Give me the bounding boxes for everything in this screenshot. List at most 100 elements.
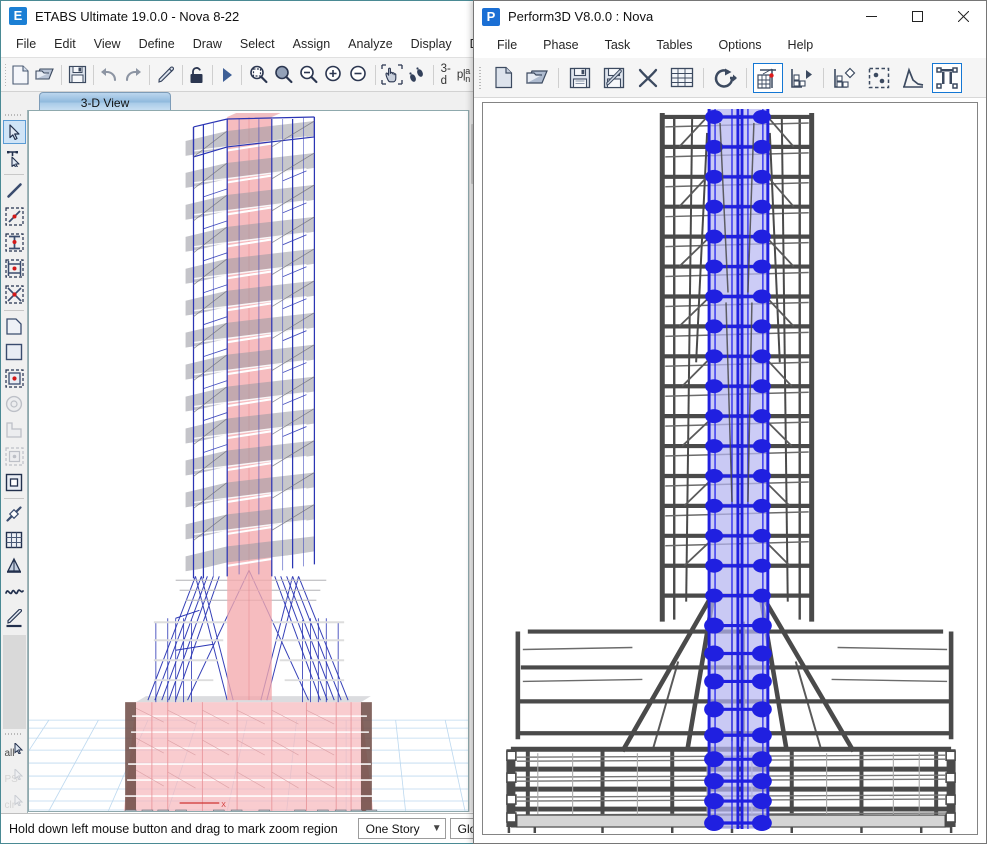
rubber-band-zoom-button[interactable] <box>247 61 270 88</box>
draw-floor-poly-tool[interactable] <box>3 314 26 338</box>
perform3d-window: P Perform3D V8.0.0 : Nova File Phase Tas… <box>473 0 987 844</box>
menu-analyze[interactable]: Analyze <box>339 34 401 54</box>
select-previous-button[interactable]: PS <box>3 765 26 789</box>
minimize-button[interactable] <box>848 1 894 32</box>
draw-spring-tool[interactable] <box>3 580 26 604</box>
draw-beam-tool[interactable] <box>3 178 26 202</box>
menu-options[interactable]: Options <box>705 35 774 55</box>
toolbar-separator <box>241 65 242 85</box>
zoom-in-button[interactable] <box>322 61 345 88</box>
pushover-curve-button[interactable] <box>898 63 928 93</box>
window-controls <box>848 1 986 32</box>
draw-circular-area-tool[interactable] <box>3 392 26 416</box>
chevron-down-icon: ▼ <box>424 823 442 834</box>
open-structure-button[interactable] <box>522 63 552 93</box>
maximize-button[interactable] <box>894 1 940 32</box>
frames-view-button[interactable] <box>932 63 962 93</box>
edit-pen-button[interactable] <box>155 61 177 88</box>
zoom-full-button[interactable] <box>297 61 320 88</box>
menu-phase[interactable]: Phase <box>530 35 591 55</box>
zoom-previous-button[interactable] <box>272 61 295 88</box>
menu-define[interactable]: Define <box>130 34 184 54</box>
etabs-statusbar: Hold down left mouse button and drag to … <box>1 813 482 843</box>
menu-help[interactable]: Help <box>775 35 827 55</box>
quick-draw-beam-tool[interactable] <box>3 204 26 228</box>
analysis-phase-button[interactable] <box>787 63 817 93</box>
etabs-titlebar: E ETABS Ultimate 19.0.0 - Nova 8-22 <box>1 1 482 31</box>
toolbar-separator <box>93 65 94 85</box>
rotate-3d-view-button[interactable] <box>406 61 428 88</box>
etabs-logo-icon: E <box>9 7 27 25</box>
open-model-button[interactable] <box>33 61 56 88</box>
redo-button[interactable] <box>122 61 144 88</box>
draw-link-tool[interactable] <box>3 502 26 526</box>
close-button[interactable] <box>940 1 986 32</box>
modeling-phase-button[interactable] <box>753 63 783 93</box>
menu-view[interactable]: View <box>85 34 130 54</box>
draw-window-opening-tool[interactable] <box>3 470 26 494</box>
menu-assign[interactable]: Assign <box>284 34 340 54</box>
select-all-button[interactable]: all <box>3 739 26 763</box>
quick-draw-column-tool[interactable] <box>3 230 26 254</box>
perform3d-titlebar[interactable]: P Perform3D V8.0.0 : Nova <box>474 1 986 32</box>
run-analysis-button[interactable] <box>218 61 236 88</box>
undo-button[interactable] <box>98 61 120 88</box>
delete-button[interactable] <box>633 63 663 93</box>
tab-3d-view[interactable]: 3-D View <box>39 92 171 112</box>
new-model-button[interactable] <box>10 61 31 88</box>
lock-model-button[interactable] <box>187 61 207 88</box>
pan-button[interactable] <box>380 61 404 88</box>
quick-draw-floor-tool[interactable] <box>3 366 26 390</box>
reshape-object-tool[interactable] <box>3 146 26 170</box>
toolbar-separator <box>433 65 434 85</box>
save-button[interactable] <box>67 61 88 88</box>
menu-display[interactable]: Display <box>402 34 461 54</box>
toolbar-separator <box>212 65 213 85</box>
refresh-restart-button[interactable] <box>710 63 740 93</box>
save-as-button[interactable] <box>599 63 629 93</box>
etabs-model-render: X <box>29 111 468 811</box>
draw-grid-tool[interactable] <box>3 528 26 552</box>
quick-draw-braces-tool[interactable] <box>3 282 26 306</box>
tables-button[interactable] <box>667 63 697 93</box>
set-plan-view-button[interactable]: p|an <box>454 62 473 87</box>
quick-draw-wall-tool[interactable] <box>3 444 26 468</box>
menu-select[interactable]: Select <box>231 34 284 54</box>
node-select-button[interactable] <box>864 63 894 93</box>
p3d-core-shear-wall <box>704 109 772 831</box>
svg-text:X: X <box>221 802 226 809</box>
story-selector[interactable]: One Story ▼ <box>358 818 446 839</box>
menu-file[interactable]: File <box>7 34 45 54</box>
toolbar-grip[interactable] <box>477 67 483 89</box>
clear-selection-button[interactable]: clr <box>3 791 26 815</box>
new-structure-button[interactable] <box>488 63 518 93</box>
etabs-title-text: ETABS Ultimate 19.0.0 - Nova 8-22 <box>35 9 239 24</box>
menu-tables[interactable]: Tables <box>643 35 705 55</box>
element-properties-button[interactable] <box>830 63 860 93</box>
perform3d-title-text: Perform3D V8.0.0 : Nova <box>508 9 653 24</box>
status-message: Hold down left mouse button and drag to … <box>1 822 358 836</box>
menu-edit[interactable]: Edit <box>45 34 85 54</box>
draw-toolbar-grip[interactable] <box>5 112 23 118</box>
etabs-3d-viewport[interactable]: X <box>28 110 469 812</box>
toolbar-separator <box>746 68 747 88</box>
draw-toolbar-empty-area <box>3 635 26 729</box>
toolbar-grip[interactable] <box>3 64 6 86</box>
draw-joint-restraint-tool[interactable] <box>3 554 26 578</box>
draw-rectangular-floor-tool[interactable] <box>3 340 26 364</box>
pointer-select-tool[interactable] <box>3 120 26 144</box>
quick-draw-secondary-beam-tool[interactable] <box>3 256 26 280</box>
menu-draw[interactable]: Draw <box>184 34 231 54</box>
toolbar-separator <box>149 65 150 85</box>
select-toolbar-grip[interactable] <box>5 731 23 737</box>
zoom-out-button[interactable] <box>347 61 370 88</box>
draw-dimension-line-tool[interactable] <box>3 606 26 630</box>
set-3d-view-button[interactable]: 3-d <box>438 62 454 87</box>
story-selector-value: One Story <box>366 822 420 836</box>
save-structure-button[interactable] <box>565 63 595 93</box>
draw-wall-stack-tool[interactable] <box>3 418 26 442</box>
perform3d-model-viewport[interactable] <box>482 102 978 835</box>
menu-file[interactable]: File <box>484 35 530 55</box>
menu-task[interactable]: Task <box>592 35 644 55</box>
toolbar-separator <box>558 68 559 88</box>
